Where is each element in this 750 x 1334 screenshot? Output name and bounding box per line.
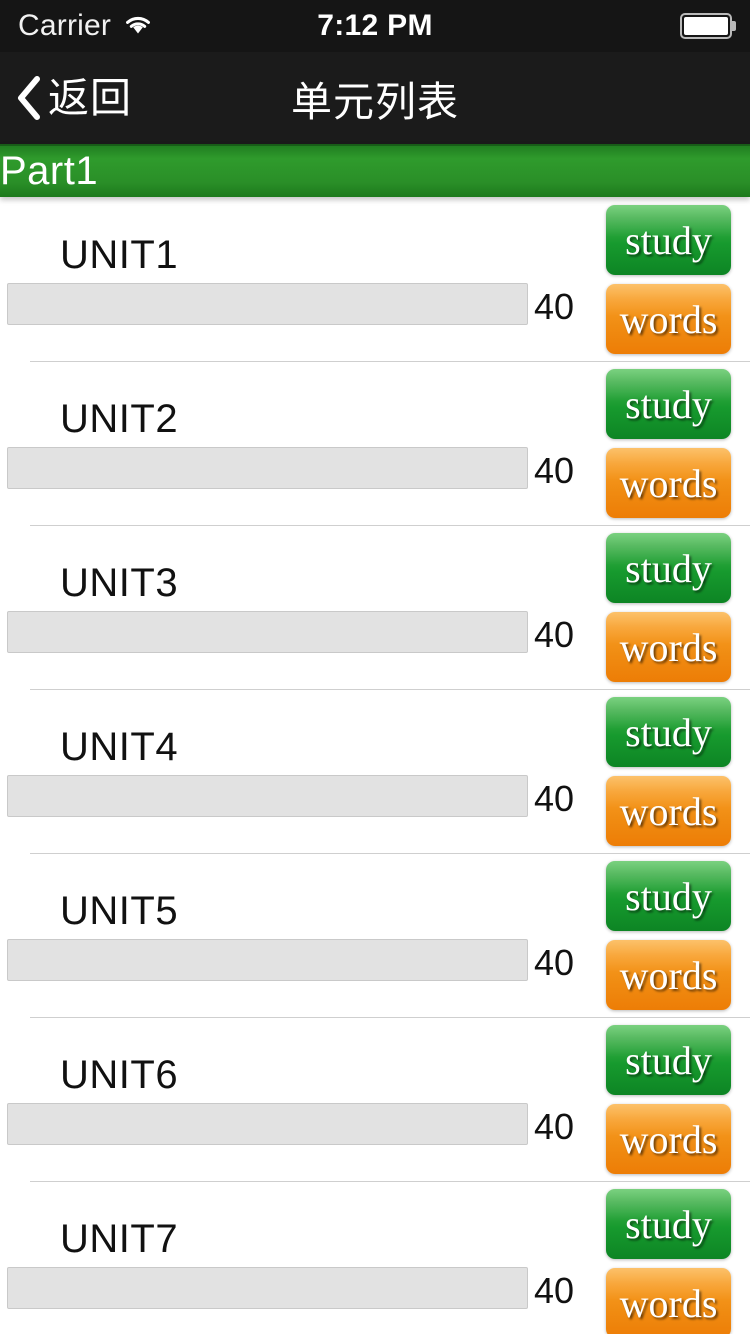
row-actions: study words [606,697,731,846]
row-actions: study words [606,861,731,1010]
words-button[interactable]: words [606,448,731,518]
table-row[interactable]: UNIT7 40 study words [0,1181,750,1334]
unit-progress-bar [7,283,528,325]
table-row[interactable]: UNIT2 40 study words [0,361,750,525]
unit-name-label: UNIT5 [60,889,179,933]
row-actions: study words [606,369,731,518]
words-button[interactable]: words [606,940,731,1010]
section-header-part1: Part1 [0,144,750,197]
unit-name-label: UNIT6 [60,1053,179,1097]
status-bar: Carrier 7:12 PM [0,0,750,52]
row-actions: study words [606,1189,731,1334]
carrier-label: Carrier [18,9,112,42]
unit-word-count: 40 [534,614,575,655]
section-header-label: Part1 [0,148,99,193]
unit-progress-bar [7,1267,528,1309]
words-button[interactable]: words [606,284,731,354]
words-button[interactable]: words [606,1268,731,1334]
wifi-icon [123,12,153,41]
unit-list: UNIT1 40 study words UNIT2 40 study words UNIT3 4… [0,197,750,1334]
unit-word-count: 40 [534,450,575,491]
unit-name-label: UNIT4 [60,725,179,769]
words-button[interactable]: words [606,776,731,846]
battery-fill [684,17,728,35]
words-button[interactable]: words [606,612,731,682]
words-button[interactable]: words [606,1104,731,1174]
unit-word-count: 40 [534,1270,575,1311]
unit-progress-bar [7,775,528,817]
table-row[interactable]: UNIT6 40 study words [0,1017,750,1181]
app-screen: Carrier 7:12 PM 返回 单元列表 Part1 UNIT1 40 s… [0,0,750,1334]
study-button[interactable]: study [606,861,731,931]
unit-word-count: 40 [534,1106,575,1147]
study-button[interactable]: study [606,1189,731,1259]
row-actions: study words [606,1025,731,1174]
study-button[interactable]: study [606,369,731,439]
unit-progress-bar [7,611,528,653]
unit-name-label: UNIT7 [60,1217,179,1261]
nav-bar: 返回 单元列表 [0,52,750,144]
study-button[interactable]: study [606,533,731,603]
table-row[interactable]: UNIT1 40 study words [0,197,750,361]
unit-word-count: 40 [534,778,575,819]
battery-icon [680,13,732,39]
row-actions: study words [606,205,731,354]
unit-name-label: UNIT2 [60,397,179,441]
chevron-left-icon [16,75,42,121]
table-row[interactable]: UNIT3 40 study words [0,525,750,689]
unit-progress-bar [7,1103,528,1145]
study-button[interactable]: study [606,697,731,767]
status-bar-right [680,13,732,39]
table-row[interactable]: UNIT5 40 study words [0,853,750,1017]
unit-word-count: 40 [534,286,575,327]
unit-word-count: 40 [534,942,575,983]
unit-progress-bar [7,447,528,489]
study-button[interactable]: study [606,1025,731,1095]
status-bar-left: Carrier [18,9,153,43]
back-button-label: 返回 [48,74,132,121]
unit-name-label: UNIT3 [60,561,179,605]
study-button[interactable]: study [606,205,731,275]
row-actions: study words [606,533,731,682]
unit-name-label: UNIT1 [60,233,179,277]
back-button[interactable]: 返回 [0,75,132,121]
unit-progress-bar [7,939,528,981]
table-row[interactable]: UNIT4 40 study words [0,689,750,853]
